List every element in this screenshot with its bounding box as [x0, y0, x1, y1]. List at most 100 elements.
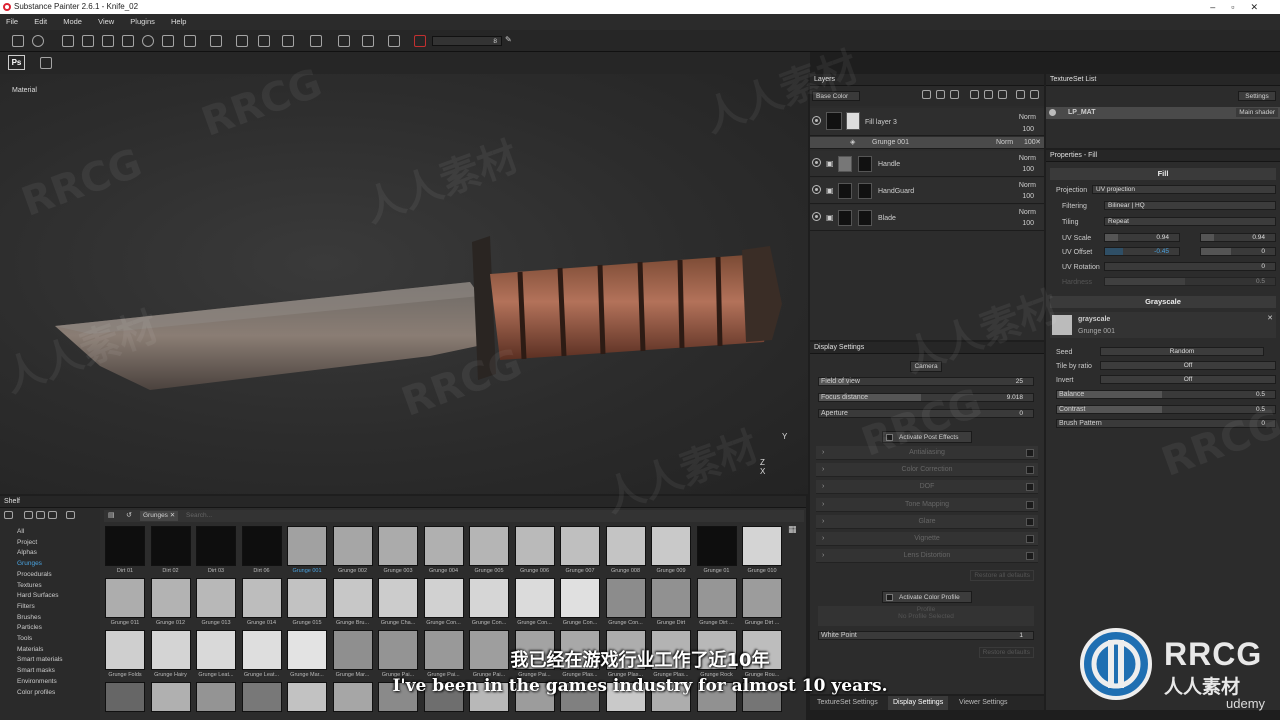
shelf-search-input[interactable]: Search...	[186, 511, 212, 521]
menu-edit[interactable]: Edit	[34, 17, 47, 26]
visibility-eye-icon[interactable]	[1049, 109, 1056, 116]
uv-scale-slider-b[interactable]: 0.94	[1200, 233, 1276, 242]
smudge-tool-icon[interactable]	[142, 35, 154, 47]
new-folder-icon[interactable]	[36, 511, 45, 519]
view-mode-icon[interactable]	[310, 35, 322, 47]
shelf-resource-tile[interactable]	[378, 578, 418, 618]
channel-dropdown[interactable]: Base Color	[812, 91, 860, 101]
duplicate-layer-icon[interactable]	[1016, 90, 1025, 99]
add-mask-icon[interactable]	[950, 90, 959, 99]
color-profile-toggle[interactable]: Activate Color Profile	[882, 591, 972, 603]
shelf-category-project[interactable]: Project	[17, 539, 37, 546]
layer-blend[interactable]: Norm	[1019, 182, 1036, 189]
visibility-eye-icon[interactable]	[812, 158, 821, 167]
shelf-resource-tile[interactable]	[241, 526, 282, 566]
effect-tone-mapping[interactable]: › Tone Mapping	[816, 498, 1038, 512]
shelf-resource-tile[interactable]	[469, 526, 509, 566]
filtering-dropdown[interactable]: Bilinear | HQ	[1104, 201, 1276, 210]
brush-tool-icon[interactable]	[62, 35, 74, 47]
checkbox[interactable]	[886, 434, 893, 441]
shelf-category-procedurals[interactable]: Procedurals	[17, 571, 52, 578]
profile-selector[interactable]: Profile No Profile Selected	[818, 606, 1034, 626]
uv-scale-slider-a[interactable]: 0.94	[1104, 233, 1180, 242]
hardness-slider[interactable]: 0.5	[1104, 277, 1276, 286]
uv-offset-slider-a[interactable]: -0.45	[1104, 247, 1180, 256]
shelf-resource-tile[interactable]	[241, 578, 282, 618]
add-effect-icon[interactable]	[970, 90, 979, 99]
layer-blend[interactable]: Norm	[1019, 155, 1036, 162]
aperture-slider[interactable]: Aperture 0	[818, 409, 1034, 418]
shelf-resource-tile[interactable]	[469, 578, 509, 618]
shelf-resource-tile[interactable]	[196, 578, 236, 618]
shelf-category-filters[interactable]: Filters	[17, 603, 35, 610]
shelf-category-hard-surfaces[interactable]: Hard Surfaces	[17, 592, 59, 599]
shelf-resource-tile[interactable]	[560, 578, 600, 618]
frame-icon[interactable]	[362, 35, 374, 47]
3d-viewport[interactable]: Material Y Z X	[0, 74, 808, 494]
shelf-resource-tile[interactable]	[423, 526, 464, 566]
effect-lens-distortion[interactable]: › Lens Distortion	[816, 549, 1038, 563]
tab-textureset-settings[interactable]: TextureSet Settings	[812, 696, 883, 710]
record-icon[interactable]	[414, 35, 426, 47]
shelf-resource-tile[interactable]	[514, 578, 555, 618]
photoshop-export-button[interactable]: Ps	[8, 55, 25, 70]
remove-effect-icon[interactable]: ✕	[1035, 138, 1041, 146]
menu-mode[interactable]: Mode	[63, 17, 82, 26]
shelf-resource-tile[interactable]	[605, 526, 646, 566]
filter-icon[interactable]	[48, 511, 57, 519]
effect-color-correction[interactable]: › Color Correction	[816, 463, 1038, 477]
focus-slider[interactable]: Focus distance 9.018	[818, 393, 1034, 402]
paint-tool-icon[interactable]	[12, 35, 24, 47]
shelf-category-textures[interactable]: Textures	[17, 582, 42, 589]
add-paint-layer-icon[interactable]	[922, 90, 931, 99]
layer-opacity[interactable]: 100	[1022, 220, 1034, 227]
shelf-resource-tile[interactable]	[742, 578, 782, 618]
shader-dropdown[interactable]: Main shader	[1236, 108, 1278, 117]
shelf-category-grunges[interactable]: Grunges	[17, 560, 42, 567]
tile-by-ratio-toggle[interactable]: Off	[1100, 361, 1276, 370]
grid-icon[interactable]	[66, 511, 75, 519]
layer-row[interactable]: ▣ Handle Norm 100	[810, 151, 1044, 177]
textureset-settings-button[interactable]: Settings	[1238, 91, 1276, 101]
shelf-resource-tile[interactable]	[287, 526, 327, 566]
layer-opacity[interactable]: 100	[1022, 126, 1034, 133]
undo-icon[interactable]: ↺	[126, 511, 132, 519]
delete-layer-icon[interactable]	[1030, 90, 1039, 99]
layer-blend[interactable]: Norm	[1019, 209, 1036, 216]
shelf-resource-tile[interactable]	[287, 578, 327, 618]
shelf-resource-tile[interactable]	[423, 578, 464, 618]
layer-effect-row[interactable]: ◈ Grunge 001 Norm 100 ✕	[810, 137, 1044, 149]
shelf-category-brushes[interactable]: Brushes	[17, 614, 41, 621]
projection-dropdown[interactable]: UV projection	[1092, 185, 1276, 194]
shelf-category-all[interactable]: All	[17, 528, 24, 535]
tab-display-settings[interactable]: Display Settings	[888, 696, 949, 710]
add-fill-layer-icon[interactable]	[936, 90, 945, 99]
geometry-mask-icon[interactable]	[122, 35, 134, 47]
post-effects-toggle[interactable]: Activate Post Effects	[882, 431, 972, 443]
shelf-resource-tile[interactable]	[605, 578, 646, 618]
effect-glare[interactable]: › Glare	[816, 515, 1038, 529]
window-controls[interactable]: –▫✕	[1210, 0, 1274, 14]
restore-all-defaults-button[interactable]: Restore all defaults	[970, 570, 1034, 581]
shelf-category-alphas[interactable]: Alphas	[17, 549, 37, 556]
invert-toggle[interactable]: Off	[1100, 375, 1276, 384]
menu-help[interactable]: Help	[171, 17, 186, 26]
shelf-resource-tile[interactable]	[332, 578, 373, 618]
mirror-icon[interactable]	[258, 35, 270, 47]
layer-row[interactable]: ▣ Blade Norm 100	[810, 205, 1044, 231]
shelf-resource-tile[interactable]	[651, 578, 691, 618]
brush-size-slider[interactable]: 8	[432, 36, 502, 46]
contrast-slider[interactable]: Contrast 0.5	[1056, 405, 1276, 414]
tiling-dropdown[interactable]: Repeat	[1104, 217, 1276, 226]
add-filter-icon[interactable]	[984, 90, 993, 99]
effect-blend[interactable]: Norm	[996, 139, 1013, 146]
shelf-resource-tile[interactable]	[742, 526, 782, 566]
lazy-mouse-icon[interactable]	[236, 35, 248, 47]
shelf-resource-tile[interactable]	[651, 526, 691, 566]
visibility-eye-icon[interactable]	[812, 116, 821, 125]
symmetry-icon[interactable]	[210, 35, 222, 47]
shelf-resource-tile[interactable]	[105, 526, 145, 566]
material-picker-icon[interactable]	[184, 35, 196, 47]
projection-tool-icon[interactable]	[102, 35, 114, 47]
filter-icon[interactable]: ▤	[108, 511, 115, 519]
